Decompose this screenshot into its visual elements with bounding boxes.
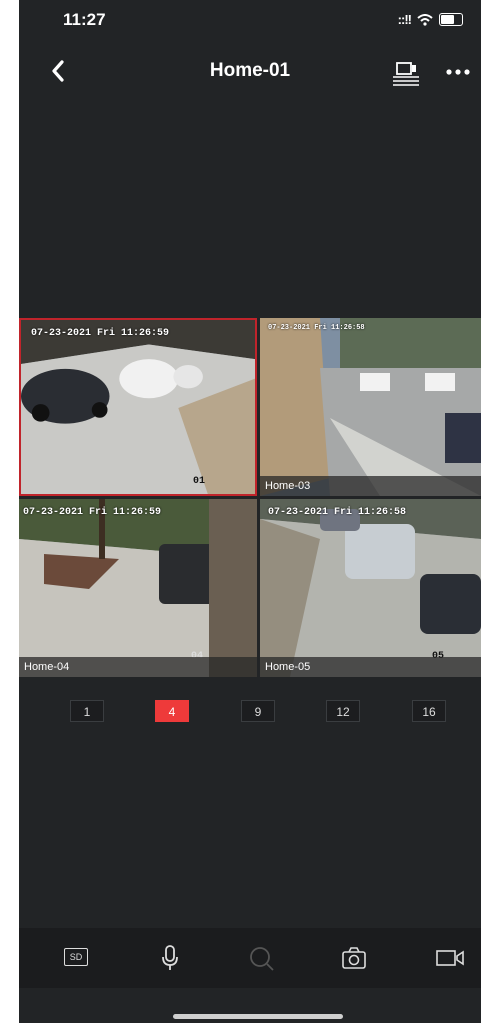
camera-grid: 07-23-2021 Fri 11:26:59 01 07-23-2021 Fr… [19,318,481,677]
camera-feed [260,499,481,677]
layout-option-16[interactable]: 16 [412,700,446,722]
camera-timestamp: 07-23-2021 Fri 11:26:59 [31,328,170,339]
layout-selector: 1 4 9 12 16 [19,700,481,724]
status-time: 11:27 [63,10,106,29]
layout-option-12[interactable]: 12 [326,700,360,722]
camera-tile[interactable]: 07-23-2021 Fri 11:26:59 01 [19,318,257,496]
layout-option-4[interactable]: 4 [155,700,189,722]
camera-timestamp: 07-23-2021 Fri 11:26:58 [268,507,407,518]
status-bar: 11:27 ::!! [19,0,481,40]
search-icon[interactable] [249,944,275,972]
microphone-icon[interactable] [160,944,180,972]
record-icon[interactable] [435,944,465,972]
sd-label: SD [69,952,83,962]
camera-timestamp: 07-23-2021 Fri 11:26:59 [23,507,162,518]
camera-tile[interactable]: 07-23-2021 Fri 11:26:59 04 Home-04 [19,499,257,677]
camera-tile[interactable]: 07-23-2021 Fri 11:26:58 05 Home-05 [260,499,481,677]
camera-label: Home-04 [19,657,257,677]
home-indicator [173,1014,343,1019]
status-icons: ::!! [398,12,463,27]
more-icon[interactable] [445,68,471,76]
battery-icon [439,13,463,26]
layout-option-9[interactable]: 9 [241,700,275,722]
camera-feed [19,499,257,677]
wifi-icon [417,13,433,26]
camera-label: Home-05 [260,657,481,677]
camera-timestamp: 07-23-2021 Fri 11:26:58 [268,324,365,332]
signal-icon: ::!! [397,12,412,27]
sd-button[interactable]: SD [64,948,88,966]
nav-bar: Home-01 [19,50,481,94]
camera-feed [260,318,481,496]
bottom-toolbar: SD [19,928,481,988]
layout-option-1[interactable]: 1 [70,700,104,722]
camera-tile[interactable]: 07-23-2021 Fri 11:26:58 Home-03 [260,318,481,496]
cast-icon[interactable] [391,60,421,86]
camera-icon[interactable] [341,944,367,972]
app-screen: 11:27 ::!! Home-01 07-23-2021 Fri 11:26:… [19,0,481,1023]
camera-label: Home-03 [260,476,481,496]
camera-feed [21,320,255,494]
camera-number: 01 [193,476,206,487]
